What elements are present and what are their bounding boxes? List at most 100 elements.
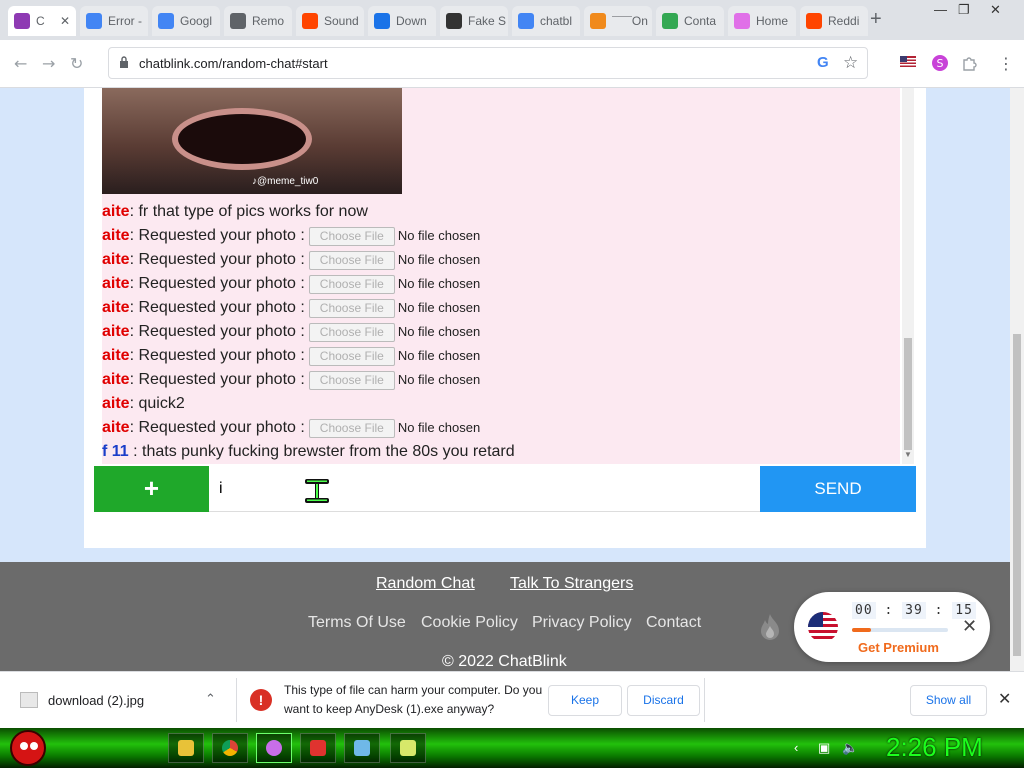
chatblink-icon (14, 13, 30, 29)
timer-hours: 00 (852, 602, 876, 619)
message-username: aite (102, 275, 130, 293)
tab-4[interactable]: Sound (296, 6, 364, 36)
choose-file-button[interactable]: Choose File (308, 346, 395, 366)
terms-link[interactable]: Terms Of Use (308, 614, 406, 632)
message-username: aite (102, 395, 130, 412)
home-icon (734, 13, 750, 29)
tab-8[interactable]: ¯¯¯On (584, 6, 652, 36)
scroll-down-arrow-icon[interactable]: ▼ (904, 450, 912, 459)
google-icon[interactable]: G (817, 54, 829, 71)
tab-title: chatbl (540, 14, 573, 28)
menu-kebab-icon[interactable]: ⋮ (998, 54, 1014, 73)
new-tab-button[interactable]: + (870, 8, 882, 31)
restore-button[interactable]: ❐ (958, 2, 970, 18)
address-bar[interactable]: chatblink.com/random-chat#start G ☆ (108, 47, 868, 79)
tab-title: Error - (108, 14, 142, 28)
network-icon[interactable]: ▣ (818, 740, 830, 756)
tab-2[interactable]: Googl (152, 6, 220, 36)
message-text: : Requested your photo : (129, 275, 305, 293)
chat-scrollbar-thumb[interactable] (904, 338, 912, 450)
timer-minutes: 39 (902, 602, 926, 619)
extension-s-icon[interactable]: S (931, 54, 949, 72)
message-username: aite (102, 347, 130, 365)
tab-10[interactable]: Home (728, 6, 796, 36)
premium-timer-popup: 00 : 39 : 15 Get Premium ✕ (794, 592, 990, 662)
back-icon[interactable]: ← (14, 54, 27, 73)
cookie-policy-link[interactable]: Cookie Policy (421, 614, 518, 632)
tab-9[interactable]: Conta (656, 6, 724, 36)
show-all-button[interactable]: Show all (910, 685, 987, 716)
tab-6[interactable]: Fake S (440, 6, 508, 36)
choose-file-button[interactable]: Choose File (308, 370, 395, 390)
taskbar-chrome[interactable] (212, 733, 248, 763)
tab-11[interactable]: Reddi (800, 6, 868, 36)
choose-file-button[interactable]: Choose File (308, 418, 395, 438)
chat-message: aite: Requested your photo : Choose File N… (102, 225, 480, 247)
play-icon (662, 13, 678, 29)
minimize-button[interactable]: — (934, 2, 947, 17)
close-tab-icon[interactable]: ✕ (60, 14, 70, 28)
tab-title: Fake S (468, 14, 507, 28)
tab-5[interactable]: Down (368, 6, 436, 36)
page-scrollbar-thumb[interactable] (1013, 334, 1021, 656)
tab-7[interactable]: chatbl (512, 6, 580, 36)
forward-icon[interactable]: → (42, 54, 55, 73)
tab-0[interactable]: C ✕ (8, 6, 76, 36)
close-icon[interactable]: ✕ (962, 616, 977, 637)
google-icon (86, 13, 102, 29)
close-window-button[interactable]: ✕ (990, 2, 1001, 18)
choose-file-button[interactable]: Choose File (308, 250, 395, 270)
reddit-icon (302, 13, 318, 29)
chat-message: aite: Requested your photo : Choose File N… (102, 417, 480, 439)
svg-text:S: S (937, 57, 944, 70)
us-flag-icon[interactable] (900, 56, 916, 67)
chat-scrollbar[interactable]: ▼ (902, 88, 914, 464)
chat-message: aite: Requested your photo : Choose File N… (102, 273, 480, 295)
tab-title: C (36, 14, 45, 28)
discard-button[interactable]: Discard (627, 685, 700, 716)
window-icon (354, 740, 370, 756)
taskbar-photos[interactable] (390, 733, 426, 763)
choose-file-button[interactable]: Choose File (308, 322, 395, 342)
taskbar-window[interactable] (344, 733, 380, 763)
reload-icon[interactable]: ↻ (70, 54, 83, 73)
chat-message: aite: fr that type of pics works for now (102, 201, 368, 223)
tab-title: Sound (324, 14, 359, 28)
add-button[interactable]: + (94, 466, 209, 512)
choose-file-button[interactable]: Choose File (308, 226, 395, 246)
get-premium-link[interactable]: Get Premium (858, 640, 939, 655)
send-button[interactable]: SEND (760, 466, 916, 512)
tab-3[interactable]: Remo (224, 6, 292, 36)
start-button-icon[interactable] (10, 730, 46, 766)
taskbar-explorer[interactable] (168, 733, 204, 763)
message-username: aite (102, 299, 130, 317)
message-input[interactable] (209, 466, 760, 512)
volume-icon[interactable]: 🔈 (842, 740, 858, 756)
chevron-up-icon[interactable]: ⌃ (205, 691, 216, 707)
no-file-label: No file chosen (397, 252, 481, 267)
tab-1[interactable]: Error - (80, 6, 148, 36)
page-scrollbar[interactable] (1010, 88, 1024, 671)
text-cursor-icon (305, 479, 329, 503)
chrome-icon (222, 740, 238, 756)
keep-button[interactable]: Keep (548, 685, 622, 716)
contact-link[interactable]: Contact (646, 614, 701, 632)
download-filename[interactable]: download (2).jpg (48, 693, 144, 708)
chat-image[interactable]: ♪@meme_tiw0 (102, 88, 402, 194)
choose-file-button[interactable]: Choose File (308, 274, 395, 294)
no-file-label: No file chosen (397, 324, 481, 339)
close-icon[interactable]: ✕ (998, 689, 1011, 709)
random-chat-link[interactable]: Random Chat (376, 575, 475, 593)
choose-file-button[interactable]: Choose File (308, 298, 395, 318)
extensions-puzzle-icon[interactable] (961, 54, 979, 72)
privacy-policy-link[interactable]: Privacy Policy (532, 614, 632, 632)
tray-chevron-icon[interactable]: ‹ (794, 740, 798, 755)
chat-message: aite: quick2 (102, 393, 185, 415)
spy-icon (446, 13, 462, 29)
taskbar-app[interactable] (256, 733, 292, 763)
taskbar-anydesk[interactable] (300, 733, 336, 763)
talk-to-strangers-link[interactable]: Talk To Strangers (510, 575, 633, 593)
bookmark-star-icon[interactable]: ☆ (843, 53, 858, 73)
taskbar-clock[interactable]: 2:26 PM (886, 732, 983, 763)
taskbar: ‹ ▣ 🔈 2:26 PM (0, 728, 1024, 768)
